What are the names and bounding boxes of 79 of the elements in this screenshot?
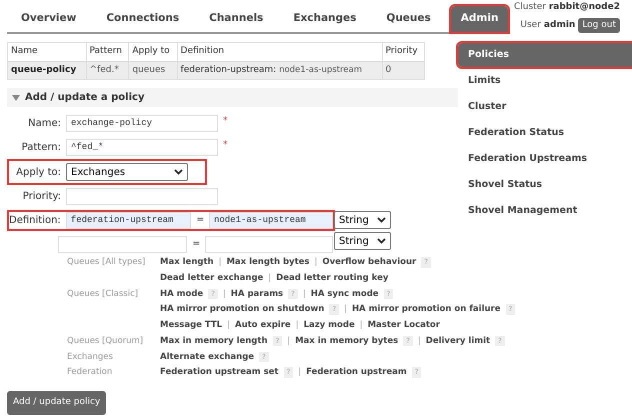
category-label: Queues [Quorum]: [66, 334, 144, 348]
user-label: User: [520, 18, 541, 32]
equals-sign: =: [192, 238, 200, 251]
definition-key-field[interactable]: federation-upstream: [66, 212, 192, 229]
separator: |: [314, 256, 318, 269]
section-title: Add / update a policy: [25, 91, 144, 105]
sidebar-item[interactable]: Cluster: [458, 95, 632, 119]
required-mark: *: [223, 139, 228, 152]
separator: |: [360, 319, 363, 332]
table-cell: 0: [382, 61, 424, 80]
sidebar-item[interactable]: Policies: [458, 43, 632, 67]
user-name: admin: [544, 18, 576, 32]
nav-tab[interactable]: Admin: [450, 6, 508, 32]
logout-button[interactable]: Log out: [578, 18, 620, 33]
separator: |: [268, 272, 272, 284]
section-header[interactable]: Add / update a policy: [7, 88, 458, 107]
sidebar-item[interactable]: Limits: [458, 69, 632, 93]
category-label: Queues [Classic]: [66, 288, 140, 300]
cluster-label: Cluster: [514, 2, 546, 12]
separator: |: [227, 319, 230, 332]
field-label: Pattern:: [20, 141, 61, 155]
field-label: Apply to:: [15, 166, 61, 180]
nav-tab[interactable]: Overview: [11, 6, 86, 32]
separator: |: [418, 334, 421, 348]
name-field[interactable]: exchange-policy: [66, 115, 218, 132]
definition-value-field[interactable]: node1-as-upstream: [208, 212, 333, 229]
separator: |: [287, 334, 290, 348]
policy-key-link[interactable]: Dead letter routing key: [276, 272, 388, 284]
category-label: Exchanges: [66, 350, 114, 364]
column-header: Priority: [382, 42, 424, 61]
separator: |: [302, 288, 306, 300]
nav-tab[interactable]: Channels: [199, 6, 274, 32]
definition-value-field[interactable]: [205, 236, 333, 253]
sidebar-item[interactable]: Federation Status: [458, 121, 632, 145]
table-cell: ^fed.*: [86, 61, 129, 80]
policy-key-link[interactable]: Dead letter exchange: [160, 272, 264, 284]
policy-key-link[interactable]: Max length bytes: [226, 256, 310, 269]
column-header: Apply to: [128, 42, 178, 61]
nav-tab[interactable]: Connections: [96, 6, 190, 32]
chevron-down-icon: [377, 238, 386, 244]
table-cell: queue-policy: [8, 61, 86, 80]
field-label: Name:: [27, 117, 61, 131]
definition-value: node1-as-upstream: [279, 64, 362, 74]
nav-tab[interactable]: Exchanges: [283, 6, 366, 32]
sidebar-item[interactable]: Shovel Management: [458, 199, 632, 223]
chevron-down-icon: [377, 217, 386, 223]
definition-key: federation-upstream:: [180, 64, 276, 74]
field-label: Priority:: [22, 190, 61, 204]
add-policy-button[interactable]: Add / update policy: [7, 391, 106, 414]
nav-tab[interactable]: Queues: [376, 6, 441, 32]
table-cell: queues: [128, 61, 178, 80]
separator: |: [218, 256, 222, 269]
cluster-name: rabbit@node2: [548, 2, 620, 12]
required-mark: *: [223, 115, 228, 128]
column-header: Pattern: [86, 42, 129, 61]
policy-key-link[interactable]: Max length: [160, 256, 214, 269]
policy-key-link[interactable]: Lazy mode: [304, 319, 355, 332]
definition-key-field[interactable]: [58, 236, 188, 253]
type-select[interactable]: String: [334, 232, 391, 250]
policy-key-link[interactable]: Master Locator: [368, 319, 440, 332]
pattern-field[interactable]: ^fed_*: [66, 139, 218, 156]
priority-field[interactable]: [66, 188, 218, 205]
chevron-down-icon: [174, 169, 183, 175]
column-header: Definition: [177, 42, 382, 61]
sidebar-item[interactable]: Shovel Status: [458, 173, 632, 197]
type-select[interactable]: String: [334, 211, 391, 229]
separator: |: [344, 303, 347, 316]
separator: |: [296, 319, 299, 332]
policy-key-link[interactable]: Message TTL: [160, 319, 222, 332]
column-header: Name: [8, 42, 86, 61]
equals-sign: =: [196, 214, 204, 227]
sidebar-item[interactable]: Federation Upstreams: [458, 147, 632, 171]
policy-key-link[interactable]: Auto expire: [234, 319, 291, 332]
field-label: Definition:: [9, 214, 61, 228]
separator: |: [222, 288, 226, 300]
category-label: Queues [All types]: [66, 256, 146, 269]
apply-to-select[interactable]: Exchanges: [66, 163, 188, 181]
category-label: Federation: [66, 366, 114, 379]
separator: |: [298, 366, 302, 379]
